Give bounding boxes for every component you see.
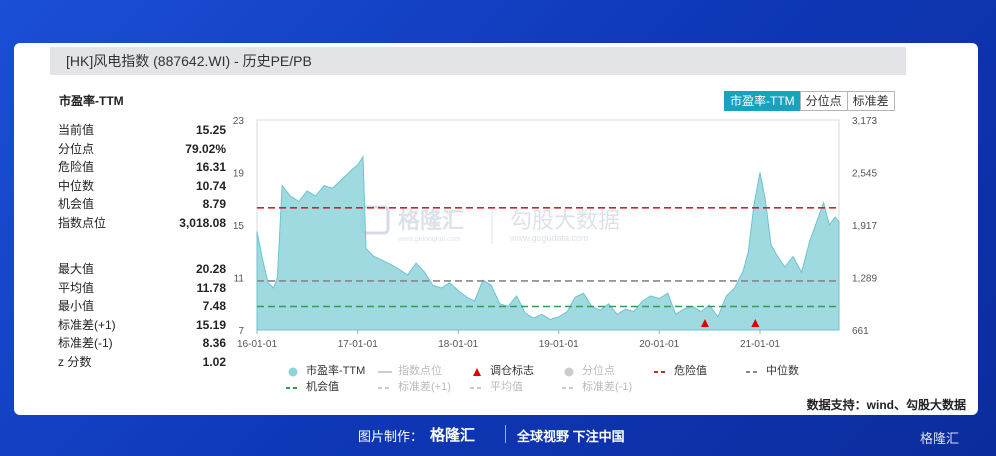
legend-dot-icon xyxy=(562,366,576,377)
data-source: 数据支持：wind、勾股大数据 xyxy=(806,398,966,412)
y-left-tick: 15 xyxy=(233,221,245,232)
legend-dash-icon xyxy=(746,366,760,376)
legend-label: 机会值 xyxy=(306,381,339,393)
y-right-tick: 3,173 xyxy=(852,116,877,127)
legend-label: 标准差(-1) xyxy=(582,381,633,393)
y-right-tick: 2,545 xyxy=(852,169,877,180)
legend-triangle-icon xyxy=(470,366,484,376)
watermark-brand-url: www.gelonghui.com xyxy=(397,236,460,243)
watermark-partner-url: www.gogudata.com xyxy=(509,233,589,243)
y-left-tick: 7 xyxy=(238,326,244,337)
legend-item[interactable]: 平均值 xyxy=(470,379,562,395)
legend-dash-icon xyxy=(562,382,576,392)
y-right-tick: 1,917 xyxy=(852,221,877,232)
legend-label: 分位点 xyxy=(582,365,615,377)
legend-item[interactable]: 市盈率-TTM xyxy=(286,363,378,379)
watermark-logo-icon xyxy=(360,205,390,235)
legend-dash-icon xyxy=(378,382,392,392)
legend-dot-icon xyxy=(286,366,300,377)
legend-item[interactable]: 标准差(+1) xyxy=(378,379,470,395)
legend-item[interactable]: 标准差(-1) xyxy=(562,379,654,395)
legend-label: 平均值 xyxy=(490,381,523,393)
legend-item[interactable]: 中位数 xyxy=(746,363,838,379)
chart-legend: 市盈率-TTM 指数点位 调仓标志 分位点 危险值 中位数 机会值 标准差(+1) 平均值 标准… xyxy=(286,363,846,395)
legend-dash-icon xyxy=(654,366,668,376)
x-tick: 18-01-01 xyxy=(438,339,478,350)
y-left-tick: 11 xyxy=(234,274,245,285)
pe-area-series xyxy=(256,155,840,331)
legend-line-icon xyxy=(378,366,392,376)
y-left-tick: 19 xyxy=(233,169,245,180)
legend-label: 标准差(+1) xyxy=(398,381,451,393)
corner-logo: 格隆汇 xyxy=(920,431,960,446)
x-tick: 20-01-01 xyxy=(639,339,679,350)
y-left-tick: 23 xyxy=(233,116,245,127)
legend-item[interactable]: 指数点位 xyxy=(378,363,470,379)
legend-item[interactable]: 分位点 xyxy=(562,363,654,379)
footer-made-by: 图片制作： xyxy=(358,429,424,444)
legend-label: 危险值 xyxy=(674,365,707,377)
legend-item[interactable]: 危险值 xyxy=(654,363,746,379)
footer-divider xyxy=(505,425,506,443)
legend-label: 中位数 xyxy=(766,365,799,377)
x-tick: 21-01-01 xyxy=(740,339,780,350)
legend-dash-icon xyxy=(286,382,300,392)
x-tick: 17-01-01 xyxy=(338,339,378,350)
watermark-brand: 格隆汇 xyxy=(398,208,464,233)
legend-label: 调仓标志 xyxy=(490,365,534,377)
footer: 图片制作： 格隆汇 全球视野 下注中国 格隆汇 xyxy=(0,422,996,446)
footer-logo: 格隆汇 xyxy=(430,427,476,444)
legend-dash-icon xyxy=(470,382,484,392)
x-tick: 16-01-01 xyxy=(237,339,277,350)
watermark-partner: 勾股大数据 xyxy=(510,208,620,233)
y-right-tick: 1,289 xyxy=(852,274,877,285)
y-right-tick: 661 xyxy=(852,326,869,337)
legend-item[interactable]: 机会值 xyxy=(286,379,378,395)
legend-label: 指数点位 xyxy=(398,365,442,377)
legend-item[interactable]: 调仓标志 xyxy=(470,363,562,379)
x-tick: 19-01-01 xyxy=(539,339,579,350)
footer-slogan: 全球视野 下注中国 xyxy=(517,429,625,444)
legend-label: 市盈率-TTM xyxy=(306,365,366,377)
